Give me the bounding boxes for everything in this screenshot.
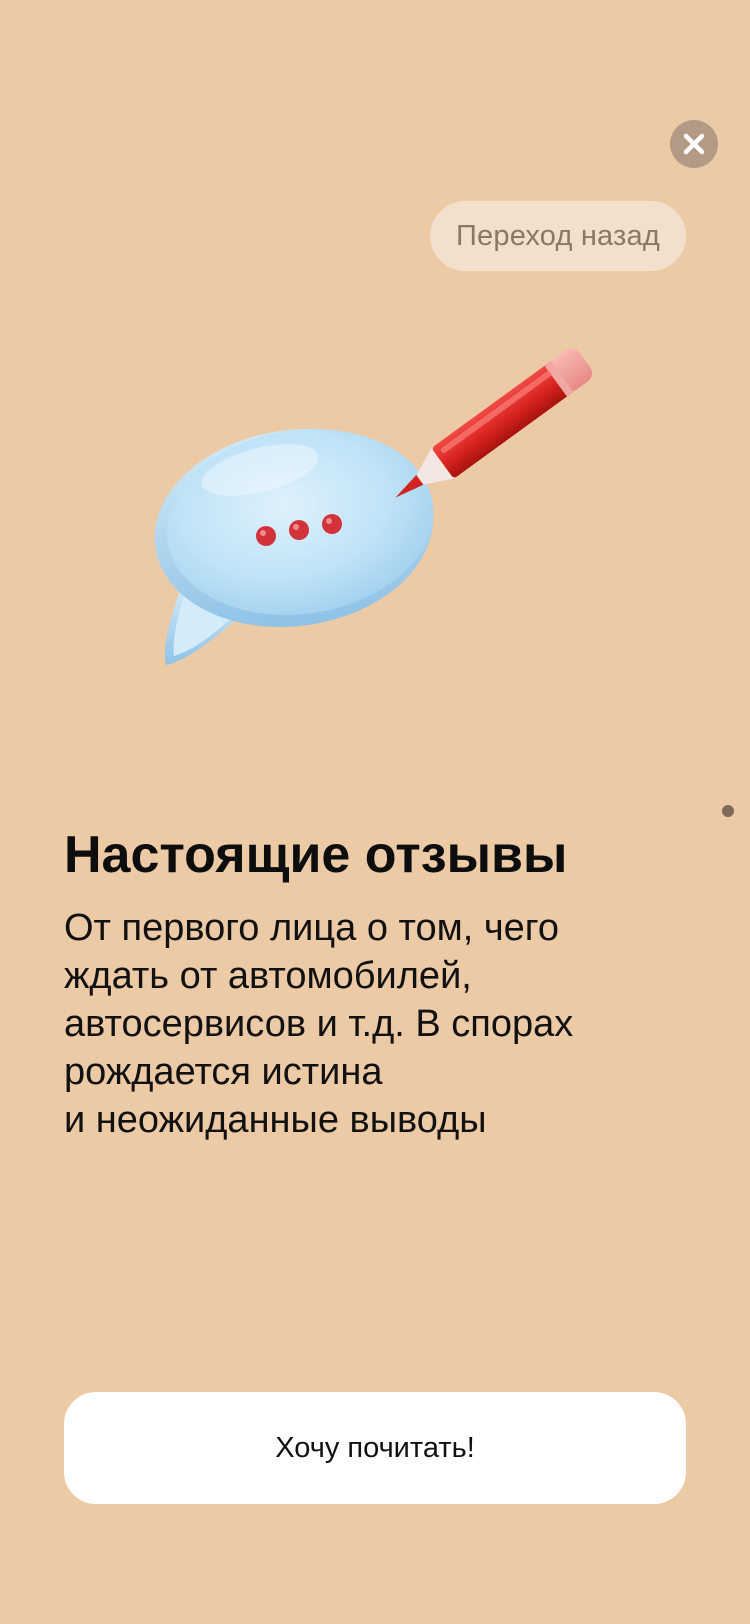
cta-label: Хочу почитать! [275,1431,475,1464]
onboarding-screen: Переход назад Настоящие отзывы От первог… [0,0,750,1624]
illustration [154,348,593,665]
read-reviews-button[interactable]: Хочу почитать! [64,1392,686,1504]
description-line: автосервисов и т.д. В спорах [64,1003,574,1045]
description-line: рождается истина [64,1051,383,1093]
back-navigation-pill[interactable]: Переход назад [430,201,686,271]
close-button[interactable] [670,120,718,168]
description-line: ждать от автомобилей, [64,955,472,997]
pencil-icon [395,348,593,498]
description-line: От первого лица о том, чего [64,907,559,949]
back-pill-label: Переход назад [456,219,660,252]
speech-bubble-icon [154,429,434,665]
close-icon [683,133,705,155]
page-indicator-dot [722,805,734,817]
description-line: и неожиданные выводы [64,1099,487,1141]
description-text: От первого лица о том, чего ждать от авт… [64,904,684,1144]
page-title: Настоящие отзывы [64,826,568,884]
